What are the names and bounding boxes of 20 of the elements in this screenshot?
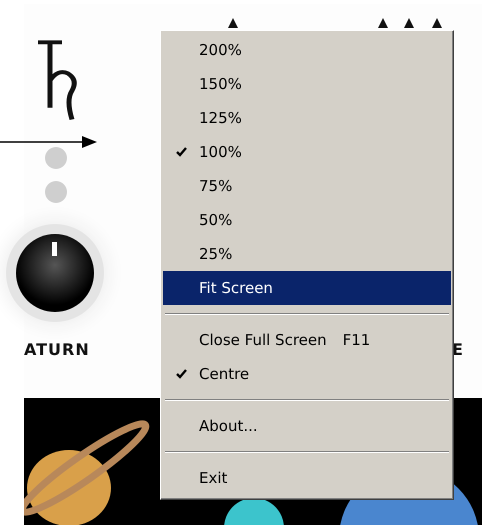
menu-item[interactable]: 75% [163, 169, 451, 203]
menu-item[interactable]: About... [163, 409, 451, 443]
menu-item[interactable]: 150% [163, 67, 451, 101]
tick-icon [228, 18, 238, 28]
menu-item[interactable]: 100% [163, 135, 451, 169]
tick-icon [404, 18, 414, 28]
menu-item[interactable]: Fit Screen [163, 271, 451, 305]
checkmark-icon [176, 369, 186, 379]
menu-item[interactable]: Exit [163, 461, 451, 495]
checkmark-icon [176, 147, 186, 157]
menu-item[interactable]: 25% [163, 237, 451, 271]
menu-item[interactable]: 50% [163, 203, 451, 237]
tick-icon [378, 18, 388, 28]
tick-icon [432, 18, 442, 28]
planet-label: ATURN [24, 340, 90, 359]
menu-item[interactable]: 200% [163, 33, 451, 67]
menu-item[interactable]: Centre [163, 357, 451, 391]
menu-item[interactable]: Close Full Screen F11 [163, 323, 451, 357]
menu-item[interactable]: 125% [163, 101, 451, 135]
control-knob[interactable] [16, 234, 94, 312]
